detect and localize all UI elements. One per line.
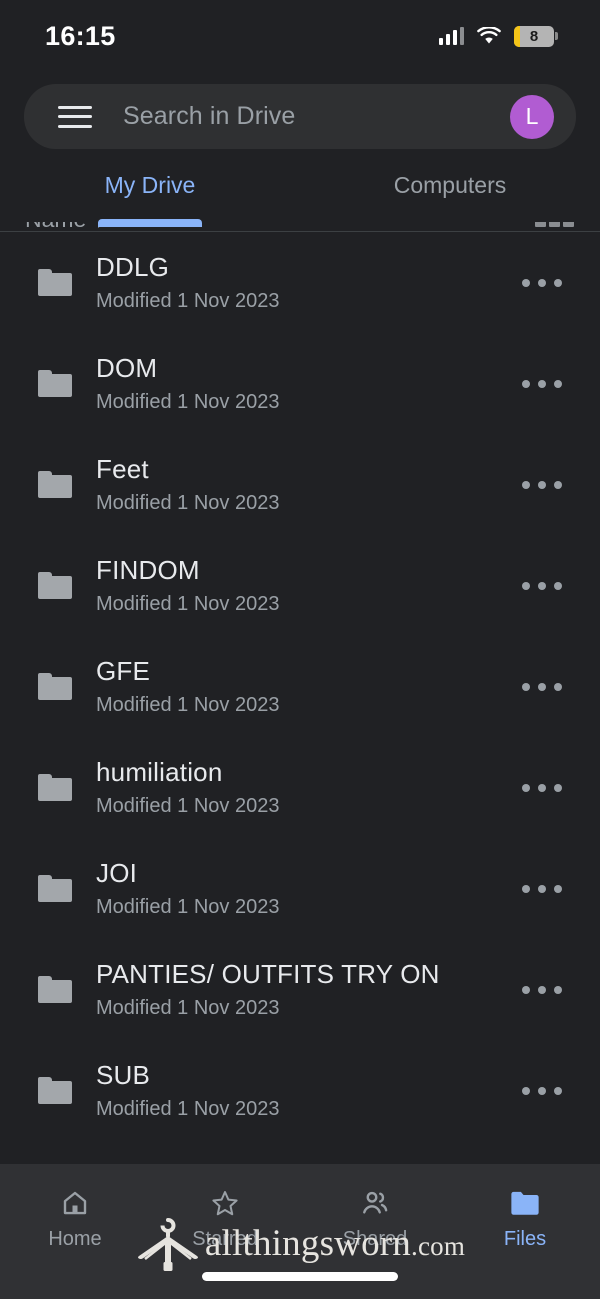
file-name: Feet	[96, 454, 149, 484]
cellular-signal-icon	[439, 27, 464, 45]
drive-tabs: My Drive Computers	[0, 160, 600, 227]
list-item[interactable]: Feet Modified 1 Nov 2023	[0, 434, 600, 535]
search-bar[interactable]: Search in Drive L	[24, 84, 576, 149]
nav-item-starred[interactable]: Starred	[150, 1186, 300, 1251]
tab-computers-label: Computers	[393, 172, 507, 198]
tab-computers[interactable]: Computers	[300, 160, 600, 222]
file-name: DDLG	[96, 252, 170, 282]
list-item[interactable]: GFE Modified 1 Nov 2023	[0, 636, 600, 737]
nav-item-shared[interactable]: Shared	[300, 1186, 450, 1251]
nav-item-shared-label: Shared	[342, 1228, 408, 1250]
list-item[interactable]: DDLG Modified 1 Nov 2023	[0, 232, 600, 333]
list-item[interactable]: FINDOM Modified 1 Nov 2023	[0, 535, 600, 636]
home-icon	[56, 1186, 94, 1220]
folder-icon	[38, 774, 72, 801]
drive-app-screen: 16:15 8 Name ↑	[0, 0, 600, 1299]
people-icon	[356, 1186, 394, 1220]
status-indicators: 8	[439, 25, 558, 47]
home-indicator	[202, 1272, 398, 1281]
nav-item-home-label: Home	[48, 1228, 102, 1250]
list-item[interactable]: DOM Modified 1 Nov 2023	[0, 333, 600, 434]
overflow-menu-icon[interactable]	[518, 269, 566, 297]
file-modified: Modified 1 Nov 2023	[96, 795, 280, 817]
overflow-menu-icon[interactable]	[518, 572, 566, 600]
list-item[interactable]: SUB Modified 1 Nov 2023	[0, 1040, 600, 1141]
file-modified: Modified 1 Nov 2023	[96, 391, 280, 413]
file-modified: Modified 1 Nov 2023	[96, 997, 280, 1019]
status-bar: 16:15 8	[0, 0, 600, 72]
nav-item-starred-label: Starred	[192, 1228, 258, 1250]
battery-low-power-indicator	[514, 25, 520, 47]
file-list[interactable]: DDLG Modified 1 Nov 2023 DOM Modified 1 …	[0, 232, 600, 1164]
file-modified: Modified 1 Nov 2023	[96, 290, 280, 312]
file-name: FINDOM	[96, 555, 200, 585]
folder-icon	[38, 1077, 72, 1104]
folder-icon	[38, 875, 72, 902]
file-modified: Modified 1 Nov 2023	[96, 896, 280, 918]
overflow-menu-icon[interactable]	[518, 976, 566, 1004]
file-name: SUB	[96, 1060, 151, 1090]
file-modified: Modified 1 Nov 2023	[96, 1098, 280, 1120]
tab-active-indicator	[98, 219, 202, 227]
tab-my-drive[interactable]: My Drive	[0, 160, 300, 227]
folder-icon	[38, 673, 72, 700]
star-icon	[206, 1186, 244, 1220]
file-name: JOI	[96, 858, 138, 888]
overflow-menu-icon[interactable]	[518, 1077, 566, 1105]
overflow-menu-icon[interactable]	[518, 875, 566, 903]
wifi-icon	[477, 27, 501, 45]
status-time: 16:15	[45, 20, 116, 51]
battery-icon: 8	[514, 25, 558, 47]
overflow-menu-icon[interactable]	[518, 673, 566, 701]
file-name: DOM	[96, 353, 158, 383]
file-name: humiliation	[96, 757, 223, 787]
folder-filled-icon	[506, 1186, 544, 1220]
nav-item-files[interactable]: Files	[450, 1186, 600, 1251]
overflow-menu-icon[interactable]	[518, 471, 566, 499]
battery-level-label: 8	[529, 27, 539, 45]
tab-my-drive-label: My Drive	[104, 172, 196, 198]
folder-icon	[38, 976, 72, 1003]
folder-icon	[38, 370, 72, 397]
search-input[interactable]: Search in Drive	[123, 102, 510, 131]
folder-icon	[38, 471, 72, 498]
file-name: GFE	[96, 656, 151, 686]
folder-icon	[38, 572, 72, 599]
hamburger-menu-icon[interactable]	[58, 105, 92, 128]
list-item[interactable]: JOI Modified 1 Nov 2023	[0, 838, 600, 939]
folder-icon	[38, 269, 72, 296]
file-modified: Modified 1 Nov 2023	[96, 492, 280, 514]
file-modified: Modified 1 Nov 2023	[96, 593, 280, 615]
list-item[interactable]: humiliation Modified 1 Nov 2023	[0, 737, 600, 838]
avatar[interactable]: L	[510, 94, 554, 139]
nav-item-home[interactable]: Home	[0, 1186, 150, 1251]
list-item[interactable]: PANTIES/ OUTFITS TRY ON Modified 1 Nov 2…	[0, 939, 600, 1040]
file-name: PANTIES/ OUTFITS TRY ON	[96, 959, 440, 989]
nav-item-files-label: Files	[503, 1228, 547, 1250]
file-modified: Modified 1 Nov 2023	[96, 694, 280, 716]
overflow-menu-icon[interactable]	[518, 370, 566, 398]
overflow-menu-icon[interactable]	[518, 774, 566, 802]
